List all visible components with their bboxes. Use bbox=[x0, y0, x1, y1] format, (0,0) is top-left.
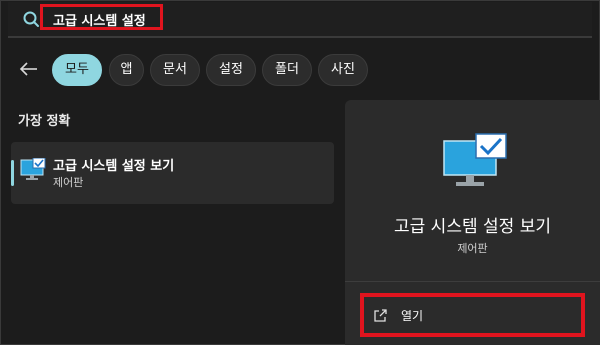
filter-apps[interactable]: 앱 bbox=[109, 54, 144, 86]
best-match-heading: 가장 정확 bbox=[18, 114, 71, 129]
result-subtitle: 제어판 bbox=[53, 176, 84, 189]
filter-all[interactable]: 모두 bbox=[52, 54, 102, 86]
filter-folders[interactable]: 폴더 bbox=[262, 54, 312, 86]
search-highlight-box bbox=[40, 4, 163, 30]
filter-documents[interactable]: 문서 bbox=[150, 54, 200, 86]
back-arrow-icon[interactable] bbox=[18, 58, 40, 80]
detail-subtitle: 제어판 bbox=[457, 242, 488, 255]
filter-photos[interactable]: 사진 bbox=[318, 54, 368, 86]
search-icon bbox=[22, 10, 40, 28]
selection-accent bbox=[11, 160, 14, 186]
open-highlight-box bbox=[360, 293, 585, 337]
filter-settings[interactable]: 설정 bbox=[206, 54, 256, 86]
monitor-check-icon bbox=[20, 157, 46, 182]
best-match-result[interactable]: 고급 시스템 설정 보기 제어판 bbox=[11, 142, 334, 204]
divider bbox=[345, 281, 600, 282]
monitor-check-icon bbox=[442, 133, 508, 191]
result-title: 고급 시스템 설정 보기 bbox=[53, 159, 175, 174]
detail-title: 고급 시스템 설정 보기 bbox=[394, 217, 551, 237]
